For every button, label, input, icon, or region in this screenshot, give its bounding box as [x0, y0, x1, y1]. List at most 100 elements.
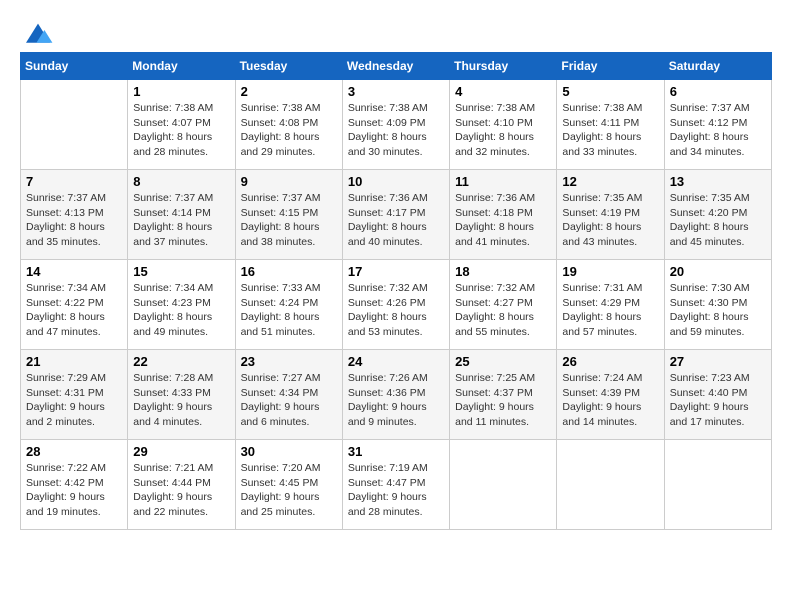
day-info: Sunrise: 7:33 AMSunset: 4:24 PMDaylight:… [241, 281, 337, 340]
day-number: 4 [455, 84, 551, 99]
day-info: Sunrise: 7:32 AMSunset: 4:26 PMDaylight:… [348, 281, 444, 340]
day-info: Sunrise: 7:32 AMSunset: 4:27 PMDaylight:… [455, 281, 551, 340]
day-number: 9 [241, 174, 337, 189]
calendar-cell: 6 Sunrise: 7:37 AMSunset: 4:12 PMDaylight… [664, 80, 771, 170]
day-number: 19 [562, 264, 658, 279]
day-info: Sunrise: 7:27 AMSunset: 4:34 PMDaylight:… [241, 371, 337, 430]
header-friday: Friday [557, 53, 664, 80]
day-info: Sunrise: 7:21 AMSunset: 4:44 PMDaylight:… [133, 461, 229, 520]
day-info: Sunrise: 7:36 AMSunset: 4:18 PMDaylight:… [455, 191, 551, 250]
calendar-cell: 17 Sunrise: 7:32 AMSunset: 4:26 PMDayligh… [342, 260, 449, 350]
calendar-cell: 13 Sunrise: 7:35 AMSunset: 4:20 PMDayligh… [664, 170, 771, 260]
calendar-cell: 3 Sunrise: 7:38 AMSunset: 4:09 PMDaylight… [342, 80, 449, 170]
day-number: 3 [348, 84, 444, 99]
day-info: Sunrise: 7:37 AMSunset: 4:15 PMDaylight:… [241, 191, 337, 250]
day-number: 6 [670, 84, 766, 99]
day-number: 18 [455, 264, 551, 279]
calendar-cell: 26Sunrise: 7:24 AMSunset: 4:39 PMDayligh… [557, 350, 664, 440]
calendar-cell: 16 Sunrise: 7:33 AMSunset: 4:24 PMDayligh… [235, 260, 342, 350]
calendar-cell: 23 Sunrise: 7:27 AMSunset: 4:34 PMDayligh… [235, 350, 342, 440]
header-saturday: Saturday [664, 53, 771, 80]
day-info: Sunrise: 7:38 AMSunset: 4:08 PMDaylight:… [241, 101, 337, 160]
calendar-cell: 29 Sunrise: 7:21 AMSunset: 4:44 PMDayligh… [128, 440, 235, 530]
day-number: 2 [241, 84, 337, 99]
logo-icon [22, 20, 54, 48]
day-number: 15 [133, 264, 229, 279]
day-number: 24 [348, 354, 444, 369]
day-number: 23 [241, 354, 337, 369]
calendar-cell: 19 Sunrise: 7:31 AMSunset: 4:29 PMDayligh… [557, 260, 664, 350]
calendar-cell: 18 Sunrise: 7:32 AMSunset: 4:27 PMDayligh… [450, 260, 557, 350]
day-number: 26 [562, 354, 658, 369]
day-number: 13 [670, 174, 766, 189]
calendar-cell: 22 Sunrise: 7:28 AMSunset: 4:33 PMDayligh… [128, 350, 235, 440]
day-info: Sunrise: 7:36 AMSunset: 4:17 PMDaylight:… [348, 191, 444, 250]
calendar-cell: 8 Sunrise: 7:37 AMSunset: 4:14 PMDaylight… [128, 170, 235, 260]
header-tuesday: Tuesday [235, 53, 342, 80]
day-number: 28 [26, 444, 122, 459]
day-number: 29 [133, 444, 229, 459]
header-monday: Monday [128, 53, 235, 80]
day-info: Sunrise: 7:26 AMSunset: 4:36 PMDaylight:… [348, 371, 444, 430]
calendar-cell: 7 Sunrise: 7:37 AMSunset: 4:13 PMDaylight… [21, 170, 128, 260]
day-number: 25 [455, 354, 551, 369]
calendar-cell [557, 440, 664, 530]
calendar-cell: 15 Sunrise: 7:34 AMSunset: 4:23 PMDayligh… [128, 260, 235, 350]
calendar-cell: 31 Sunrise: 7:19 AMSunset: 4:47 PMDayligh… [342, 440, 449, 530]
day-number: 14 [26, 264, 122, 279]
day-info: Sunrise: 7:37 AMSunset: 4:13 PMDaylight:… [26, 191, 122, 250]
calendar-cell: 25 Sunrise: 7:25 AMSunset: 4:37 PMDayligh… [450, 350, 557, 440]
day-info: Sunrise: 7:37 AMSunset: 4:12 PMDaylight:… [670, 101, 766, 160]
day-info: Sunrise: 7:29 AMSunset: 4:31 PMDaylight:… [26, 371, 122, 430]
day-info: Sunrise: 7:30 AMSunset: 4:30 PMDaylight:… [670, 281, 766, 340]
logo [20, 20, 54, 42]
calendar-table: SundayMondayTuesdayWednesdayThursdayFrid… [20, 52, 772, 530]
calendar-cell [21, 80, 128, 170]
day-number: 30 [241, 444, 337, 459]
day-info: Sunrise: 7:38 AMSunset: 4:07 PMDaylight:… [133, 101, 229, 160]
week-row-0: 1Sunrise: 7:38 AMSunset: 4:07 PMDaylight… [21, 80, 772, 170]
day-number: 11 [455, 174, 551, 189]
day-number: 20 [670, 264, 766, 279]
calendar-cell: 28 Sunrise: 7:22 AMSunset: 4:42 PMDayligh… [21, 440, 128, 530]
calendar-cell: 4Sunrise: 7:38 AMSunset: 4:10 PMDaylight… [450, 80, 557, 170]
day-number: 5 [562, 84, 658, 99]
day-number: 16 [241, 264, 337, 279]
calendar-cell: 30 Sunrise: 7:20 AMSunset: 4:45 PMDayligh… [235, 440, 342, 530]
day-number: 17 [348, 264, 444, 279]
calendar-cell: 14 Sunrise: 7:34 AMSunset: 4:22 PMDayligh… [21, 260, 128, 350]
day-info: Sunrise: 7:34 AMSunset: 4:22 PMDaylight:… [26, 281, 122, 340]
day-number: 31 [348, 444, 444, 459]
day-number: 21 [26, 354, 122, 369]
calendar-cell: 21 Sunrise: 7:29 AMSunset: 4:31 PMDayligh… [21, 350, 128, 440]
day-info: Sunrise: 7:38 AMSunset: 4:09 PMDaylight:… [348, 101, 444, 160]
calendar-cell: 27Sunrise: 7:23 AMSunset: 4:40 PMDayligh… [664, 350, 771, 440]
calendar-cell: 1Sunrise: 7:38 AMSunset: 4:07 PMDaylight… [128, 80, 235, 170]
day-info: Sunrise: 7:22 AMSunset: 4:42 PMDaylight:… [26, 461, 122, 520]
calendar-cell: 20 Sunrise: 7:30 AMSunset: 4:30 PMDayligh… [664, 260, 771, 350]
calendar-cell: 5 Sunrise: 7:38 AMSunset: 4:11 PMDaylight… [557, 80, 664, 170]
day-info: Sunrise: 7:35 AMSunset: 4:20 PMDaylight:… [670, 191, 766, 250]
day-info: Sunrise: 7:20 AMSunset: 4:45 PMDaylight:… [241, 461, 337, 520]
calendar-cell: 10Sunrise: 7:36 AMSunset: 4:17 PMDayligh… [342, 170, 449, 260]
day-info: Sunrise: 7:34 AMSunset: 4:23 PMDaylight:… [133, 281, 229, 340]
calendar-header-row: SundayMondayTuesdayWednesdayThursdayFrid… [21, 53, 772, 80]
day-number: 22 [133, 354, 229, 369]
day-info: Sunrise: 7:38 AMSunset: 4:11 PMDaylight:… [562, 101, 658, 160]
day-number: 7 [26, 174, 122, 189]
calendar-cell: 24 Sunrise: 7:26 AMSunset: 4:36 PMDayligh… [342, 350, 449, 440]
header-sunday: Sunday [21, 53, 128, 80]
day-info: Sunrise: 7:37 AMSunset: 4:14 PMDaylight:… [133, 191, 229, 250]
day-info: Sunrise: 7:28 AMSunset: 4:33 PMDaylight:… [133, 371, 229, 430]
day-number: 12 [562, 174, 658, 189]
calendar-body: 1Sunrise: 7:38 AMSunset: 4:07 PMDaylight… [21, 80, 772, 530]
page-header [20, 20, 772, 42]
day-number: 27 [670, 354, 766, 369]
day-info: Sunrise: 7:19 AMSunset: 4:47 PMDaylight:… [348, 461, 444, 520]
week-row-3: 21 Sunrise: 7:29 AMSunset: 4:31 PMDayligh… [21, 350, 772, 440]
calendar-cell: 11 Sunrise: 7:36 AMSunset: 4:18 PMDayligh… [450, 170, 557, 260]
day-info: Sunrise: 7:25 AMSunset: 4:37 PMDaylight:… [455, 371, 551, 430]
day-info: Sunrise: 7:31 AMSunset: 4:29 PMDaylight:… [562, 281, 658, 340]
week-row-4: 28 Sunrise: 7:22 AMSunset: 4:42 PMDayligh… [21, 440, 772, 530]
day-number: 8 [133, 174, 229, 189]
